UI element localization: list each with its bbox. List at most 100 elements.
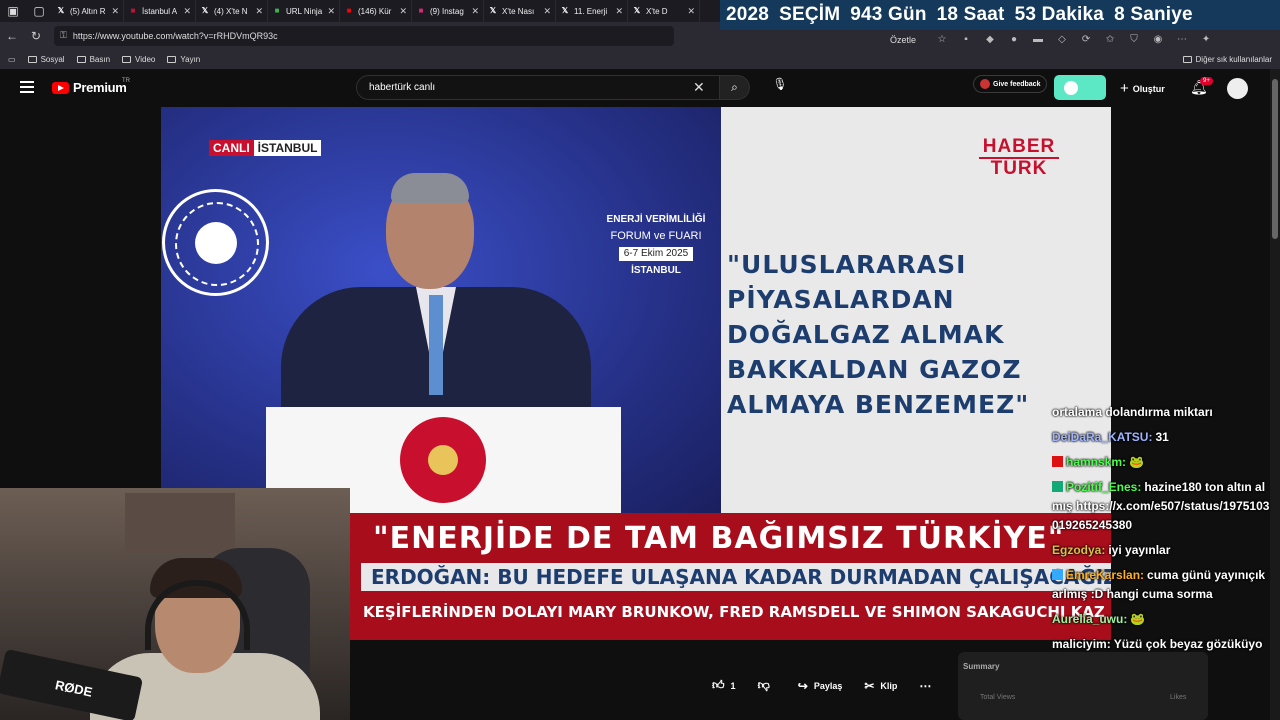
browser-nav-bar: ← ↻ ⚿ https://www.youtube.com/watch?v=rR… (0, 22, 720, 49)
sync-icon[interactable]: ⟳ (1074, 34, 1098, 45)
thumbs-up-icon: 👍︎ (712, 678, 725, 692)
chat-username: DeiDaRa_KATSU: (1052, 430, 1153, 444)
more-icon[interactable]: ⋯ (1170, 34, 1194, 45)
x-icon: 𝕏 (489, 6, 497, 15)
close-tab-icon[interactable]: ✕ (183, 6, 191, 17)
star-icon[interactable]: ☆ (930, 34, 954, 45)
summary-title: Summary (963, 662, 1000, 671)
extension-icon[interactable]: ◆ (978, 34, 1002, 45)
bookmark-label: Basın (89, 54, 111, 64)
close-tab-icon[interactable]: ✕ (471, 6, 479, 17)
live-label: CANLI (209, 140, 254, 156)
more-icon: ⋯ (919, 678, 932, 693)
dislike-button[interactable]: 👎︎ (758, 678, 776, 693)
browser-tab[interactable]: ■ URL Ninja ✕ (268, 0, 340, 22)
bookmark-label: Sosyal (40, 54, 65, 64)
folder-icon (1182, 55, 1192, 63)
x-icon: 𝕏 (633, 6, 641, 15)
bookmark-folder[interactable]: Basın (76, 54, 111, 64)
tab-label: (146) Kür (358, 6, 392, 16)
extension-icon[interactable]: ▪ (954, 34, 978, 45)
other-bookmarks[interactable]: Diğer sık kullanılanlar (1182, 49, 1272, 69)
logo-bottom: TÜRK (979, 157, 1059, 179)
url-ninja-icon: ■ (274, 6, 280, 15)
back-arrow-icon[interactable]: ← (0, 29, 24, 43)
bookmark-folder[interactable]: Video (122, 55, 155, 64)
browser-tab[interactable]: 𝕏 X'te Nası ✕ (484, 0, 556, 22)
browser-tab[interactable]: 𝕏 (4) X'te N ✕ (196, 0, 268, 22)
address-bar[interactable]: ⚿ https://www.youtube.com/watch?v=rRHDVm… (54, 25, 674, 46)
avatar[interactable] (1227, 78, 1248, 99)
search-button[interactable]: ⌕ (720, 75, 750, 100)
more-actions-button[interactable]: ⋯ (919, 679, 937, 693)
chat-text: Yüzü çok beyaz gözüküyo (1113, 637, 1263, 651)
browser-tab[interactable]: 𝕏 X'te D ✕ (628, 0, 700, 22)
extension-icon[interactable]: ▬ (1026, 34, 1050, 45)
site-info-icon[interactable]: ⚿ (60, 30, 67, 41)
chat-badge-icon (1052, 569, 1063, 580)
youtube-logo[interactable]: Premium TR (52, 78, 130, 95)
youtube-header: Premium TR habertürk canlı ✕ ⌕ 🎙 Give fe… (0, 69, 1270, 107)
like-button[interactable]: 👍︎ 1 (712, 678, 736, 693)
video-stage: CANLI İSTANBUL ENERJİ VERİMLİLİĞİ FORUM … (161, 107, 721, 513)
collections-icon[interactable]: ▭ (8, 55, 16, 64)
close-tab-icon[interactable]: ✕ (327, 6, 335, 17)
folder-icon (27, 55, 37, 63)
voice-search-icon[interactable]: 🎙 (770, 77, 790, 97)
browser-tab[interactable]: 𝕏 11. Enerji ✕ (556, 0, 628, 22)
feedback-button[interactable]: Give feedback (973, 75, 1048, 93)
clear-search-icon[interactable]: ✕ (693, 79, 705, 96)
chat-text: ortalama dolandırma miktarı (1052, 405, 1213, 419)
close-tab-icon[interactable]: ✕ (543, 6, 551, 17)
chat-text: iyi yayınlar (1108, 543, 1171, 557)
browser-tab[interactable]: ■ İstanbul A ✕ (124, 0, 196, 22)
chat-text: 🐸 (1129, 455, 1144, 469)
video-actions: 👍︎ 1 👎︎ ↪ Paylaş ✂ Klip ⋯ (712, 678, 959, 693)
close-tab-icon[interactable]: ✕ (687, 6, 695, 17)
chat-username: Egzodya: (1052, 543, 1106, 557)
chat-message: maliciyim: Yüzü çok beyaz gözüküyo (1052, 635, 1270, 654)
chat-text: 31 (1155, 430, 1169, 444)
bookmark-folder[interactable]: Sosyal (27, 54, 65, 64)
search-input[interactable]: habertürk canlı (356, 75, 720, 100)
close-tab-icon[interactable]: ✕ (111, 6, 119, 17)
x-icon: 𝕏 (561, 6, 569, 15)
browser-tab[interactable]: 𝕏 (5) Altın R ✕ (52, 0, 124, 22)
close-tab-icon[interactable]: ✕ (399, 6, 407, 17)
page-scrollbar[interactable] (1270, 69, 1280, 720)
create-button[interactable]: + Oluştur (1120, 80, 1165, 97)
browser-tab[interactable]: ■ (9) Instag ✕ (412, 0, 484, 22)
feedback-label: Give feedback (993, 80, 1041, 88)
chat-text: 🐸 (1130, 612, 1146, 626)
share-button[interactable]: ↪ Paylaş (798, 679, 843, 693)
close-tab-icon[interactable]: ✕ (615, 6, 623, 17)
copilot-icon[interactable]: ✦ (1194, 34, 1218, 45)
live-tag: CANLI İSTANBUL (209, 140, 322, 156)
tab-label: URL Ninja (286, 6, 323, 16)
bookmark-label: Yayın (180, 54, 201, 64)
haberturk-logo: HABER TÜRK (979, 137, 1059, 179)
x-icon: 𝕏 (57, 6, 65, 15)
menu-icon[interactable] (20, 81, 34, 93)
scrollbar-thumb[interactable] (1272, 79, 1278, 239)
extension-icon[interactable]: ● (1002, 34, 1026, 45)
profile-icon[interactable]: ◉ (1146, 34, 1170, 45)
chat-message: hamnskm: 🐸 (1052, 453, 1270, 472)
reload-icon[interactable]: ↻ (24, 29, 48, 43)
close-tab-icon[interactable]: ✕ (255, 6, 263, 17)
clip-button[interactable]: ✂ Klip (864, 679, 897, 693)
browser-tab[interactable]: ■ (146) Kür ✕ (340, 0, 412, 22)
likes-label: Likes (1170, 694, 1187, 701)
bookmark-folder[interactable]: Yayın (167, 55, 200, 64)
election-countdown: 2028 SEÇİM 943 Gün 18 Saat 53 Dakika 8 S… (720, 0, 1280, 30)
news-lower-third: "ENERJİDE DE TAM BAĞIMSIZ TÜRKİYE" ERDOĞ… (349, 513, 1111, 640)
summarize-button[interactable]: Özetle (890, 35, 916, 45)
shield-icon[interactable]: ⛉ (1122, 34, 1146, 45)
toggle-button[interactable] (1054, 75, 1106, 100)
favorites-icon[interactable]: ✩ (1098, 34, 1122, 45)
browser-menu-icon[interactable]: ▣ (0, 0, 26, 22)
extension-icon[interactable]: ◇ (1050, 34, 1074, 45)
tab-overview-icon[interactable]: ▢ (26, 0, 52, 22)
event-title: ENERJİ VERİMLİLİĞİ (606, 214, 706, 225)
thumbs-down-icon: 👎︎ (757, 678, 770, 692)
